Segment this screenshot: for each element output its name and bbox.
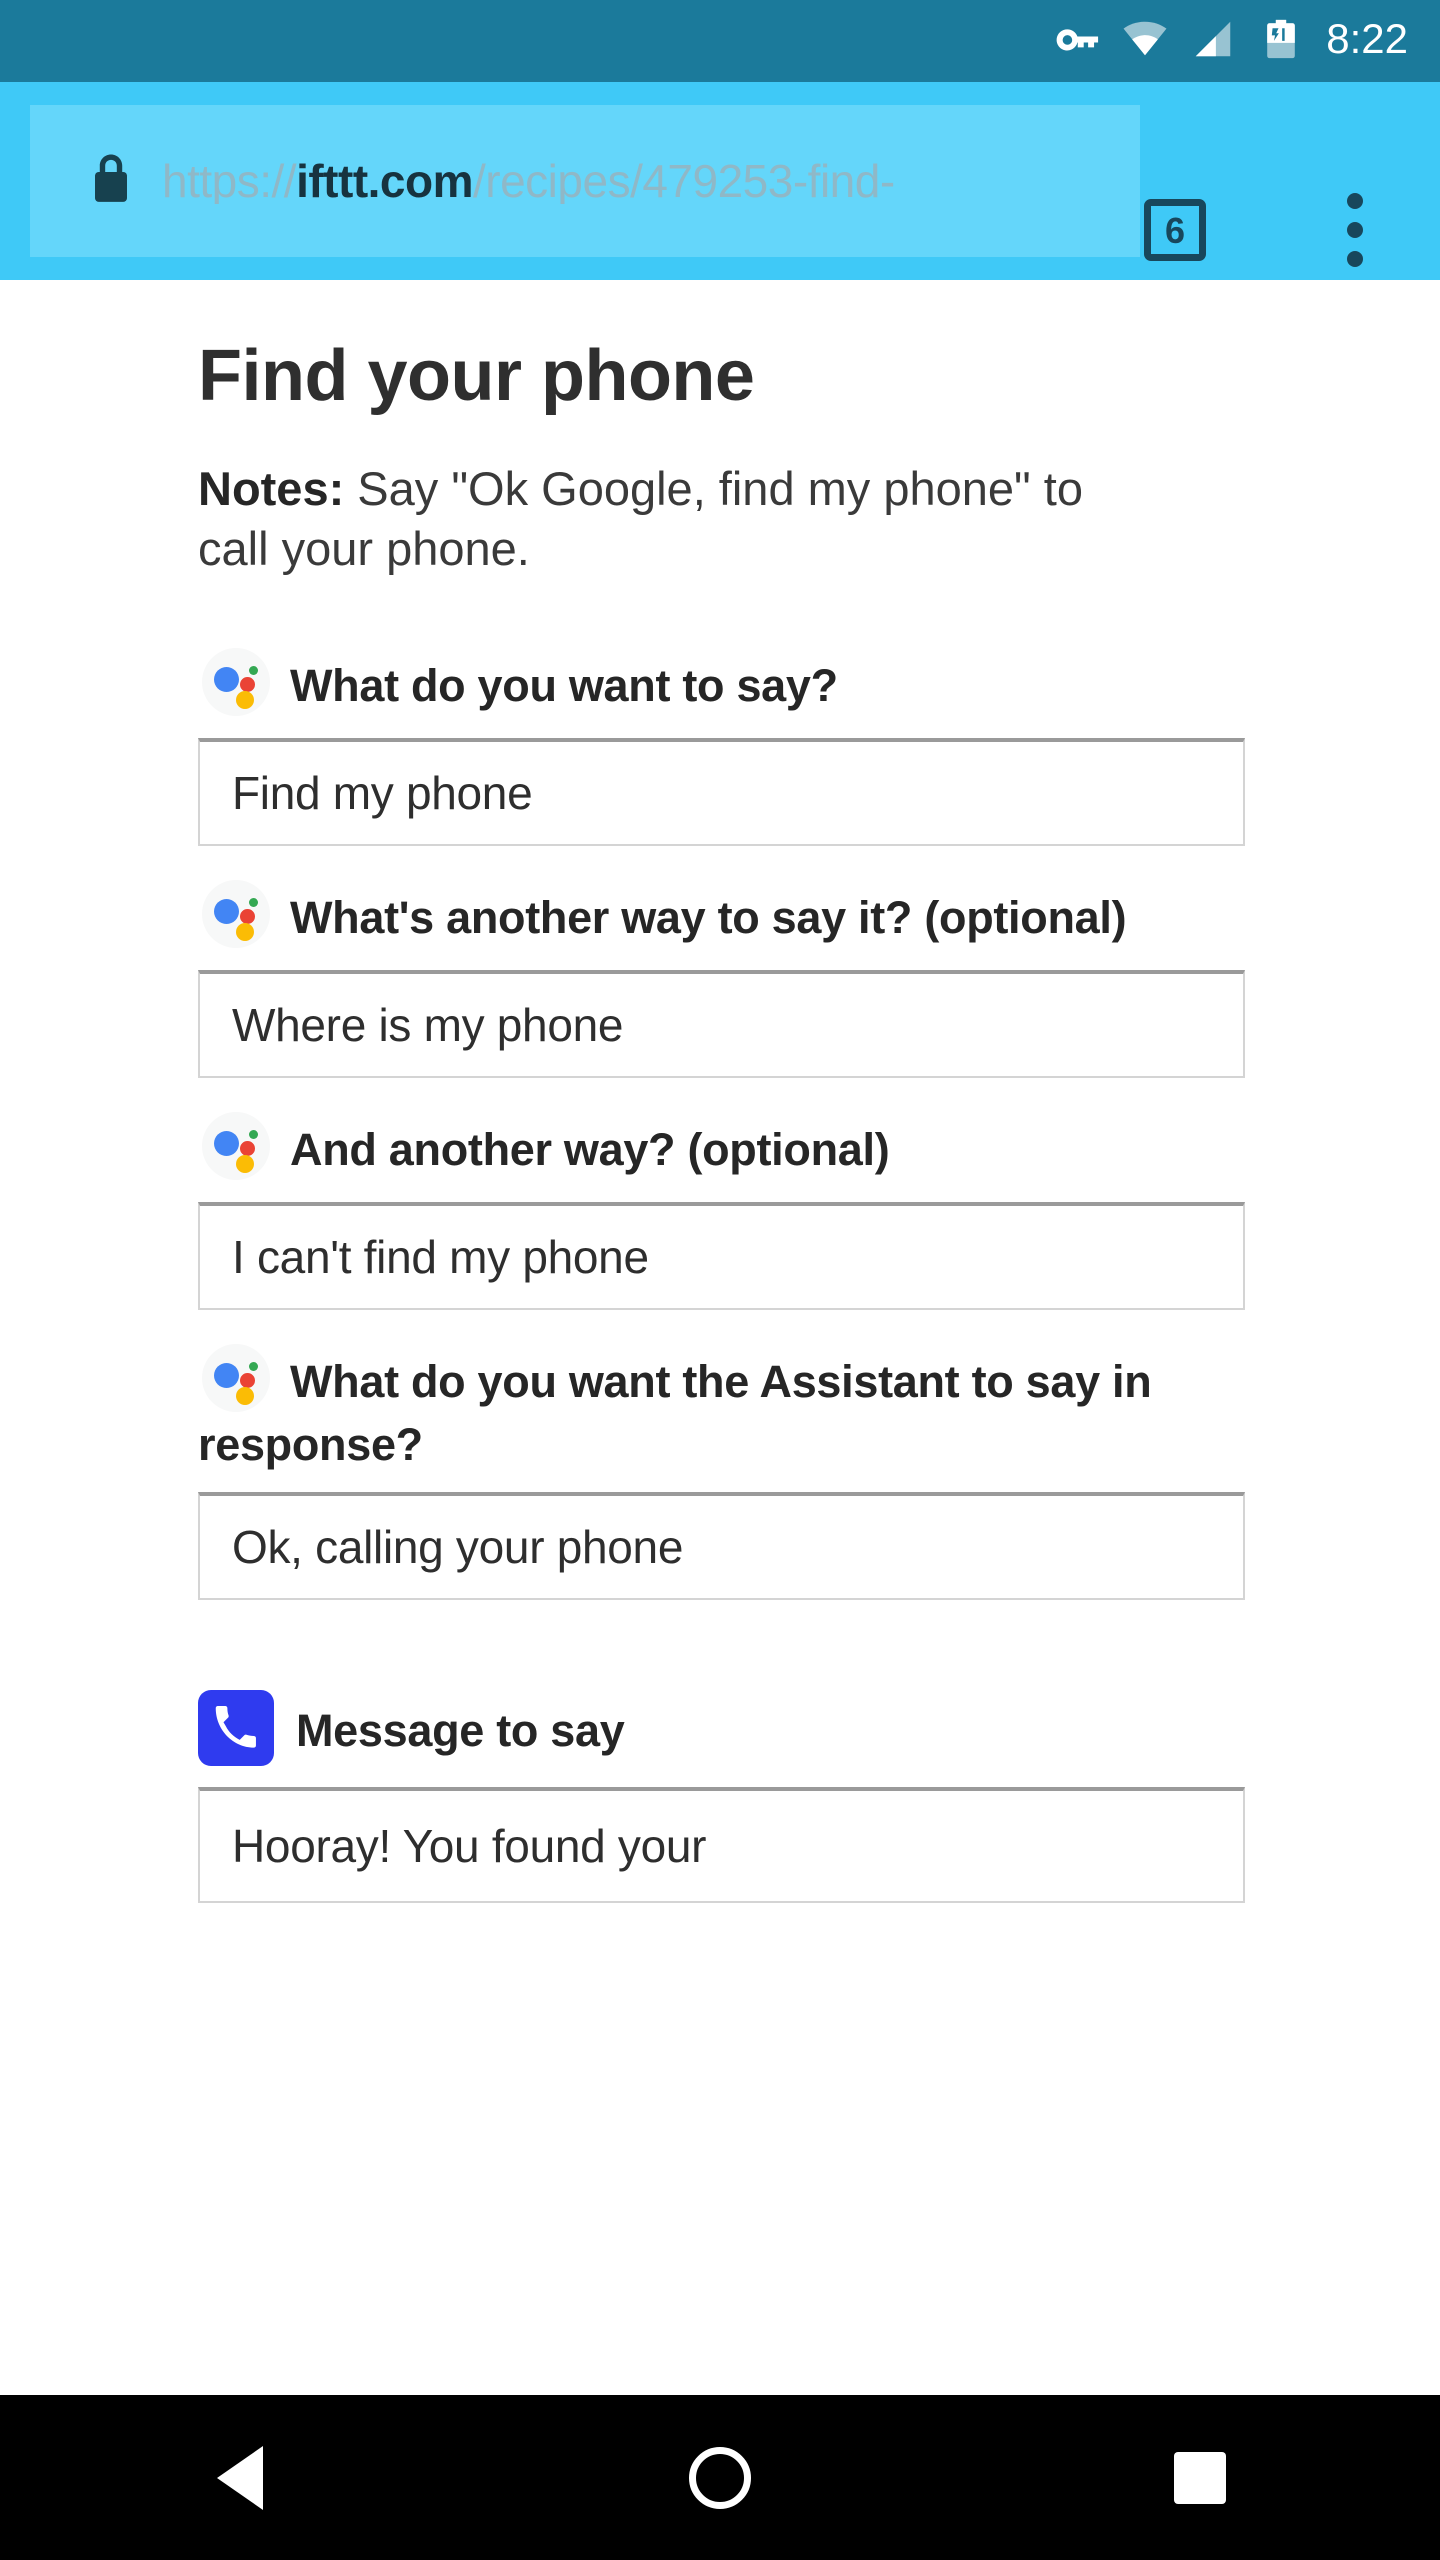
home-circle-icon <box>689 2446 751 2509</box>
status-bar: 8:22 <box>0 0 1440 82</box>
status-bar-icons <box>1054 16 1304 67</box>
field-label-row: And another way? (optional) <box>198 1111 1310 1184</box>
assistant-dot-green <box>249 1361 258 1371</box>
page-title: Find your phone <box>198 336 755 416</box>
menu-dot <box>1347 222 1363 238</box>
assistant-dot-green <box>249 1129 258 1139</box>
assistant-dot-blue <box>214 1362 239 1388</box>
address-bar[interactable]: https://ifttt.com/recipes/479253-find- <box>30 105 1140 257</box>
assistant-dot-blue <box>214 666 239 692</box>
section-divider-space <box>198 1600 1310 1693</box>
recents-square-icon <box>1174 2451 1226 2504</box>
google-assistant-icon <box>202 647 270 716</box>
url-text: https://ifttt.com/recipes/479253-find- <box>162 158 895 204</box>
assistant-dot-red <box>240 1140 255 1156</box>
assistant-dot-yellow <box>236 1154 254 1173</box>
tab-counter-button[interactable]: 6 <box>1144 199 1206 261</box>
nav-back-button[interactable] <box>150 2395 330 2560</box>
url-scheme: https:// <box>162 158 297 204</box>
field-block-message-to-say: Message to say <box>198 1690 1310 1903</box>
url-path: /recipes/479253-find- <box>473 158 895 204</box>
assistant-dot-green <box>249 897 258 907</box>
cell-signal-icon <box>1190 16 1236 67</box>
webpage-content: Find your phone Notes: Say "Ok Google, f… <box>0 280 1440 2395</box>
google-assistant-icon <box>202 879 270 948</box>
what-to-say-input[interactable] <box>198 737 1245 846</box>
notes-paragraph: Notes: Say "Ok Google, find my phone" to… <box>198 459 1133 579</box>
menu-dot <box>1347 251 1363 267</box>
status-bar-clock: 8:22 <box>1326 15 1408 62</box>
field-block-and-another-way: And another way? (optional) <box>198 1111 1310 1310</box>
field-label: What do you want the Assistant to say in… <box>198 1355 1152 1470</box>
nav-recents-button[interactable] <box>1110 2395 1290 2560</box>
assistant-dot-blue <box>214 1130 239 1156</box>
assistant-dot-red <box>240 908 255 924</box>
nav-home-button[interactable] <box>630 2395 810 2560</box>
google-assistant-icon <box>202 1343 270 1412</box>
action-label: Message to say <box>296 1704 625 1756</box>
wifi-icon <box>1122 16 1168 67</box>
assistant-dot-red <box>240 676 255 692</box>
assistant-response-input[interactable] <box>198 1492 1245 1600</box>
vpn-key-icon <box>1054 16 1100 67</box>
battery-icon <box>1258 16 1304 67</box>
overflow-menu-icon[interactable] <box>1320 182 1390 278</box>
field-block-what-to-say: What do you want to say? <box>198 647 1310 846</box>
back-triangle-icon <box>217 2445 263 2510</box>
menu-dot <box>1347 193 1363 209</box>
field-label-row: What do you want the Assistant to say in… <box>198 1343 1310 1475</box>
url-host: ifttt.com <box>296 158 473 204</box>
another-way-input[interactable] <box>198 969 1245 1078</box>
field-block-assistant-response: What do you want the Assistant to say in… <box>198 1343 1310 1600</box>
assistant-dot-green <box>249 665 258 675</box>
field-label-row: Message to say <box>198 1690 1310 1769</box>
assistant-dot-yellow <box>236 922 254 941</box>
android-navigation-bar <box>0 2395 1440 2560</box>
phone-call-icon <box>198 1690 274 1766</box>
field-label: What do you want to say? <box>290 659 838 711</box>
assistant-dot-blue <box>214 898 239 924</box>
assistant-dot-red <box>240 1372 255 1388</box>
tab-count-label: 6 <box>1164 210 1186 251</box>
browser-toolbar: https://ifttt.com/recipes/479253-find- 6 <box>0 82 1440 280</box>
and-another-way-input[interactable] <box>198 1201 1245 1310</box>
google-assistant-icon <box>202 1111 270 1180</box>
assistant-dot-yellow <box>236 1386 254 1405</box>
content-container: Find your phone Notes: Say "Ok Google, f… <box>0 336 1440 1903</box>
field-block-another-way: What's another way to say it? (optional) <box>198 879 1310 1078</box>
field-label: And another way? (optional) <box>290 1123 890 1175</box>
field-label: What's another way to say it? (optional) <box>290 891 1127 943</box>
message-to-say-input[interactable] <box>198 1787 1245 1903</box>
field-label-row: What do you want to say? <box>198 647 1310 720</box>
notes-label: Notes: <box>198 462 345 516</box>
assistant-dot-yellow <box>236 690 254 709</box>
field-label-row: What's another way to say it? (optional) <box>198 879 1310 952</box>
lock-icon <box>86 152 136 211</box>
phone-screen: 8:22 https://ifttt.com/recipes/479253-fi… <box>0 0 1440 2560</box>
